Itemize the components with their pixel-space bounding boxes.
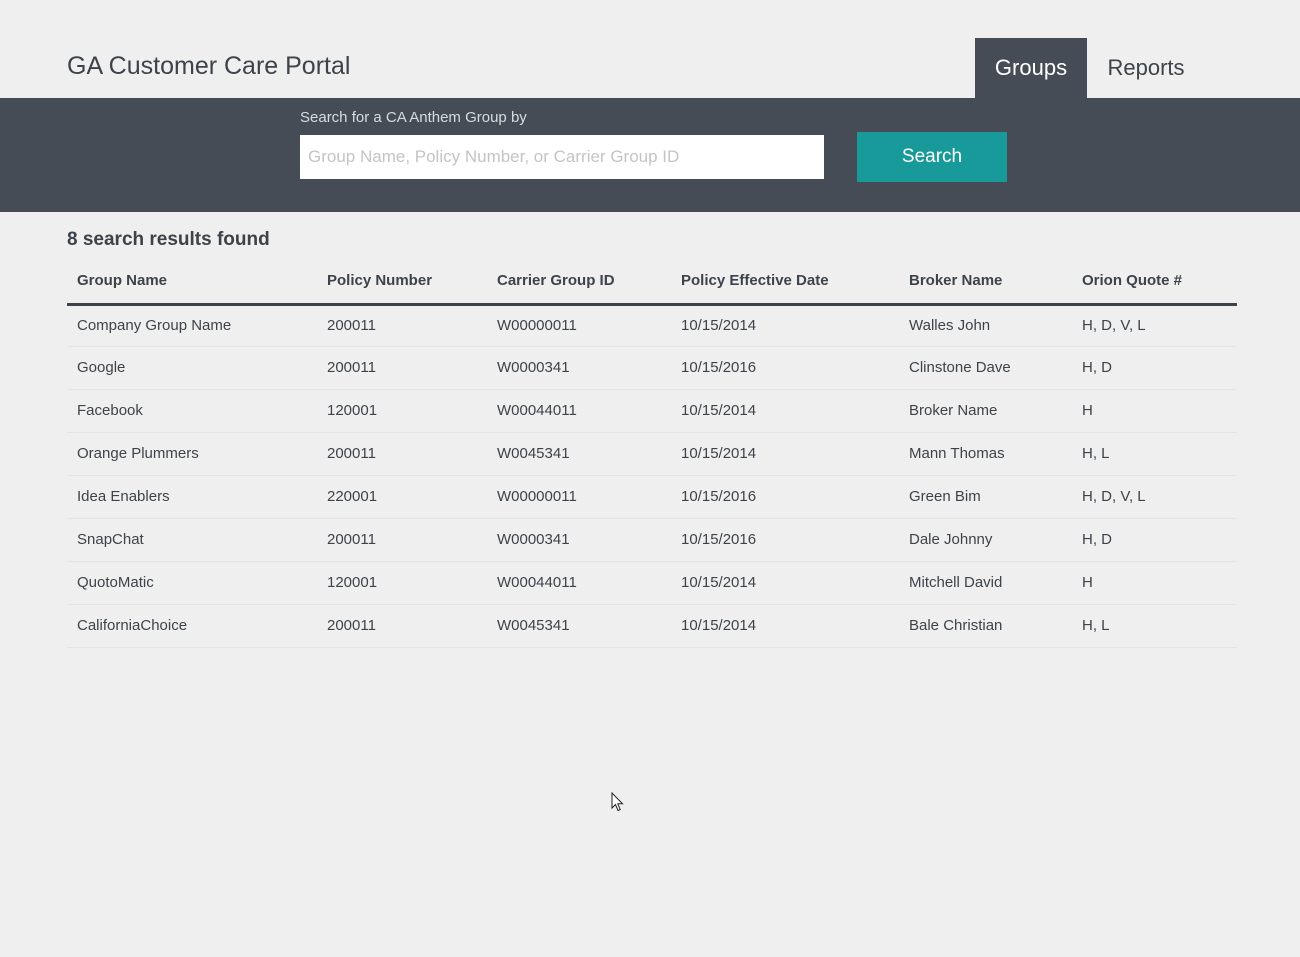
column-header-orion-quote[interactable]: Orion Quote #: [1072, 259, 1237, 306]
table-row[interactable]: Facebook 120001 W00044011 10/15/2014 Broker …: [67, 389, 1237, 433]
cell-policy-effective-date: 10/15/2014: [671, 389, 899, 433]
main-nav: Groups Reports: [975, 38, 1205, 98]
cell-orion-quote: H: [1072, 389, 1237, 433]
cell-group-name: QuotoMatic: [67, 561, 317, 605]
cell-policy-effective-date: 10/15/2014: [671, 561, 899, 605]
cell-broker-name: Bale Christian: [899, 604, 1072, 648]
cell-carrier-group-id: W0045341: [487, 432, 671, 476]
column-header-policy-effective-date[interactable]: Policy Effective Date: [671, 259, 899, 306]
cell-group-name: Google: [67, 346, 317, 390]
cell-policy-number: 200011: [317, 518, 487, 562]
column-header-carrier-group-id[interactable]: Carrier Group ID: [487, 259, 671, 306]
cell-broker-name: Green Bim: [899, 475, 1072, 519]
cell-carrier-group-id: W0000341: [487, 518, 671, 562]
tab-reports[interactable]: Reports: [1087, 38, 1205, 98]
cell-orion-quote: H, D: [1072, 518, 1237, 562]
cell-carrier-group-id: W0000341: [487, 346, 671, 390]
search-panel: Search for a CA Anthem Group by Search: [0, 98, 1300, 212]
table-header-row: Group Name Policy Number Carrier Group ID P…: [67, 259, 1237, 306]
table-row[interactable]: SnapChat 200011 W0000341 10/15/2016 Dale Joh…: [67, 518, 1237, 562]
cell-orion-quote: H, D, V, L: [1072, 475, 1237, 519]
top-header: GA Customer Care Portal Groups Reports: [0, 38, 1300, 98]
search-input[interactable]: [300, 135, 824, 179]
cell-policy-number: 200011: [317, 604, 487, 648]
cell-policy-number: 120001: [317, 561, 487, 605]
cell-carrier-group-id: W00044011: [487, 389, 671, 433]
table-row[interactable]: Idea Enablers 220001 W00000011 10/15/2016 Gr…: [67, 475, 1237, 519]
table-row[interactable]: Company Group Name 200011 W00000011 10/15/2…: [67, 304, 1237, 347]
cell-policy-effective-date: 10/15/2016: [671, 346, 899, 390]
cell-broker-name: Mann Thomas: [899, 432, 1072, 476]
cell-policy-effective-date: 10/15/2016: [671, 518, 899, 562]
cell-group-name: SnapChat: [67, 518, 317, 562]
search-button[interactable]: Search: [857, 132, 1007, 182]
cell-group-name: Idea Enablers: [67, 475, 317, 519]
cell-policy-number: 200011: [317, 346, 487, 390]
column-header-broker-name[interactable]: Broker Name: [899, 259, 1072, 306]
cell-broker-name: Mitchell David: [899, 561, 1072, 605]
cell-broker-name: Broker Name: [899, 389, 1072, 433]
cell-orion-quote: H, D, V, L: [1072, 304, 1237, 347]
cell-policy-effective-date: 10/15/2014: [671, 432, 899, 476]
cell-group-name: Company Group Name: [67, 304, 317, 347]
cell-policy-number: 120001: [317, 389, 487, 433]
cell-orion-quote: H, D: [1072, 346, 1237, 390]
tab-groups[interactable]: Groups: [975, 38, 1087, 98]
cell-orion-quote: H, L: [1072, 432, 1237, 476]
table-row[interactable]: QuotoMatic 120001 W00044011 10/15/2014 Mitch…: [67, 561, 1237, 605]
cell-policy-effective-date: 10/15/2016: [671, 475, 899, 519]
results-count: 8 search results found: [67, 229, 270, 250]
search-label: Search for a CA Anthem Group by: [300, 109, 527, 126]
cell-group-name: CaliforniaChoice: [67, 604, 317, 648]
table-body: Company Group Name 200011 W00000011 10/15/2…: [67, 304, 1237, 648]
cell-carrier-group-id: W00000011: [487, 304, 671, 347]
cell-broker-name: Dale Johnny: [899, 518, 1072, 562]
cell-policy-number: 200011: [317, 432, 487, 476]
mouse-pointer-icon: [611, 792, 624, 812]
column-header-policy-number[interactable]: Policy Number: [317, 259, 487, 306]
cell-broker-name: Walles John: [899, 304, 1072, 347]
table-row[interactable]: Orange Plummers 200011 W0045341 10/15/2014 M…: [67, 432, 1237, 476]
cell-policy-effective-date: 10/15/2014: [671, 304, 899, 347]
cell-orion-quote: H: [1072, 561, 1237, 605]
app-title: GA Customer Care Portal: [67, 52, 351, 80]
cell-orion-quote: H, L: [1072, 604, 1237, 648]
cell-policy-effective-date: 10/15/2014: [671, 604, 899, 648]
column-header-group-name[interactable]: Group Name: [67, 259, 317, 306]
cell-carrier-group-id: W00044011: [487, 561, 671, 605]
cell-policy-number: 220001: [317, 475, 487, 519]
results-table: Group Name Policy Number Carrier Group ID P…: [67, 259, 1237, 648]
cell-policy-number: 200011: [317, 304, 487, 347]
cell-carrier-group-id: W0045341: [487, 604, 671, 648]
cell-group-name: Facebook: [67, 389, 317, 433]
cell-broker-name: Clinstone Dave: [899, 346, 1072, 390]
table-row[interactable]: CaliforniaChoice 200011 W0045341 10/15/2014…: [67, 604, 1237, 648]
cell-group-name: Orange Plummers: [67, 432, 317, 476]
cell-carrier-group-id: W00000011: [487, 475, 671, 519]
table-row[interactable]: Google 200011 W0000341 10/15/2016 Clinstone …: [67, 346, 1237, 390]
